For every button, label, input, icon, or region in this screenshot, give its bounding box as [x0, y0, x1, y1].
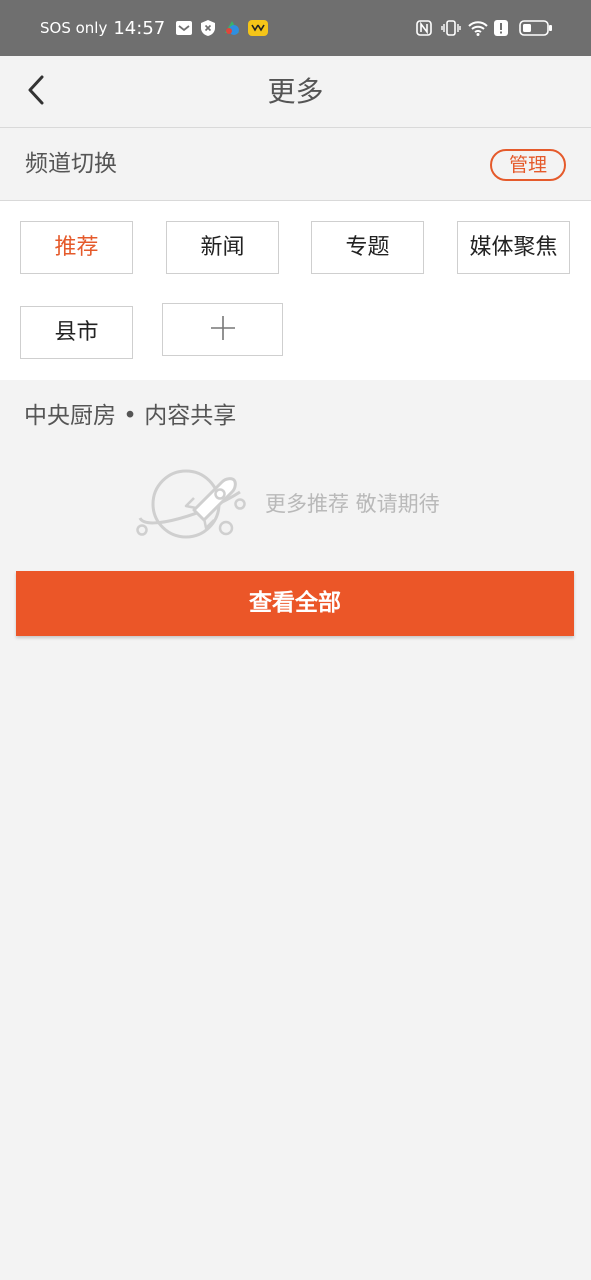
page-title: 更多 — [267, 75, 324, 108]
channel-chip-news[interactable]: 新闻 — [166, 221, 279, 274]
channel-chip-media-focus[interactable]: 媒体聚焦 — [457, 221, 570, 274]
channel-chip-topics[interactable]: 专题 — [311, 221, 424, 274]
battery-icon — [519, 19, 553, 37]
shield-icon — [199, 19, 217, 37]
channel-switch-title: 频道切换 — [25, 151, 117, 177]
clock-time: 14:57 — [113, 17, 166, 39]
empty-state: 更多推荐 敬请期待 — [136, 466, 466, 542]
channel-chip-counties[interactable]: 县市 — [20, 306, 133, 359]
content-share-title: 中央厨房 • 内容共享 — [24, 403, 237, 429]
nfc-icon — [415, 19, 433, 37]
rocket-planet-icon — [136, 466, 248, 546]
wifi-icon — [467, 19, 488, 37]
app-icon — [223, 19, 241, 37]
top-navigation-bar: 更多 — [0, 56, 591, 128]
carrier-text: SOS only — [40, 19, 108, 37]
view-all-button[interactable]: 查看全部 — [16, 571, 574, 636]
alert-icon — [493, 19, 511, 37]
manage-button[interactable]: 管理 — [490, 149, 566, 181]
empty-state-text: 更多推荐 敬请期待 — [265, 492, 440, 516]
status-bar: SOS only 14:57 — [0, 0, 591, 56]
plus-icon — [210, 315, 236, 345]
mail-icon — [175, 19, 193, 37]
channel-chip-recommend[interactable]: 推荐 — [20, 221, 133, 274]
add-channel-button[interactable] — [162, 303, 283, 356]
channel-switch-header: 频道切换 管理 — [0, 128, 591, 201]
vibrate-icon — [441, 19, 461, 37]
channel-grid: 推荐 新闻 专题 媒体聚焦 县市 — [0, 201, 591, 380]
app-icon — [247, 19, 269, 37]
